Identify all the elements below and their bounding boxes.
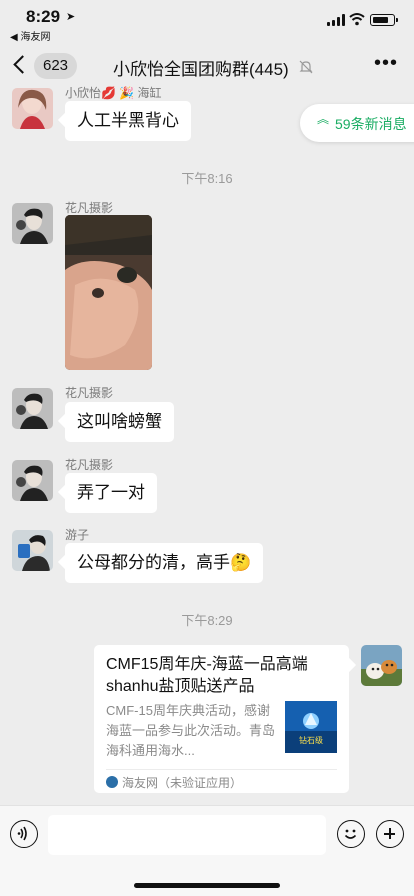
message-image[interactable] — [65, 215, 152, 370]
link-card-description: CMF-15周年庆典活动，感谢海蓝一品参与此次活动。青岛海科通用海水... — [106, 703, 276, 758]
sender-name: 花凡摄影 — [65, 201, 114, 215]
more-icon[interactable]: ••• — [374, 53, 400, 76]
link-card-divider — [106, 769, 337, 770]
thumbnail-caption: 钻石级 — [299, 735, 323, 745]
chevron-left-icon — [13, 55, 32, 74]
chat-header: 623 小欣怡全国团购群(445) ••• — [0, 44, 414, 88]
back-to-app-link[interactable]: ◀ 海友网 — [10, 28, 50, 43]
sender-name: 花凡摄影 — [65, 386, 114, 400]
timestamp: 下午8:16 — [181, 171, 233, 186]
back-button[interactable]: 623 — [10, 52, 80, 80]
wifi-icon — [349, 13, 365, 26]
message-input[interactable] — [48, 815, 326, 855]
emoji-icon[interactable] — [337, 820, 365, 848]
plus-icon[interactable] — [376, 820, 404, 848]
new-messages-button[interactable]: ︽ 59条新消息 — [300, 104, 414, 142]
unread-count-badge: 623 — [34, 53, 78, 79]
avatar[interactable] — [12, 88, 53, 129]
sender-name: 小欣怡💋 🎉 海缸 — [65, 86, 162, 100]
battery-icon — [370, 14, 398, 26]
double-chevron-up-icon: ︽ — [317, 112, 330, 126]
voice-icon[interactable] — [10, 820, 38, 848]
avatar[interactable] — [12, 388, 53, 429]
home-indicator — [134, 883, 280, 888]
chat-title: 小欣怡全国团购群(445) — [113, 60, 289, 79]
link-card-title: CMF15周年庆-海蓝一品高端shanhu盐顶贴送产品 — [106, 656, 308, 695]
status-bar: 8:29 ➤ ◀ 海友网 — [0, 0, 414, 44]
message-bubble[interactable]: 公母都分的清，高手🤔 — [65, 543, 264, 583]
my-avatar[interactable] — [361, 645, 402, 686]
link-card[interactable]: CMF15周年庆-海蓝一品高端shanhu盐顶贴送产品 CMF-15周年庆典活动… — [94, 645, 349, 793]
avatar[interactable] — [12, 203, 53, 244]
avatar[interactable] — [12, 530, 53, 571]
signal-icon — [327, 14, 345, 26]
timestamp: 下午8:29 — [181, 613, 233, 628]
location-arrow-icon: ➤ — [66, 11, 76, 23]
mute-bell-icon — [299, 60, 313, 74]
sender-name: 游子 — [65, 528, 90, 542]
link-card-thumbnail: 钻石级 — [285, 701, 337, 753]
status-time: 8:29 — [26, 7, 61, 26]
link-card-source: 海友网（未验证应用） — [122, 776, 243, 790]
app-source-icon — [106, 776, 118, 788]
sender-name: 花凡摄影 — [65, 458, 114, 472]
input-bar — [0, 805, 414, 896]
message-bubble[interactable]: 弄了一对 — [65, 473, 157, 513]
message-bubble[interactable]: 这叫啥螃蟹 — [65, 402, 174, 442]
new-messages-label: 59条新消息 — [335, 116, 407, 132]
message-bubble[interactable]: 人工半黑背心 — [65, 101, 191, 141]
avatar[interactable] — [12, 460, 53, 501]
